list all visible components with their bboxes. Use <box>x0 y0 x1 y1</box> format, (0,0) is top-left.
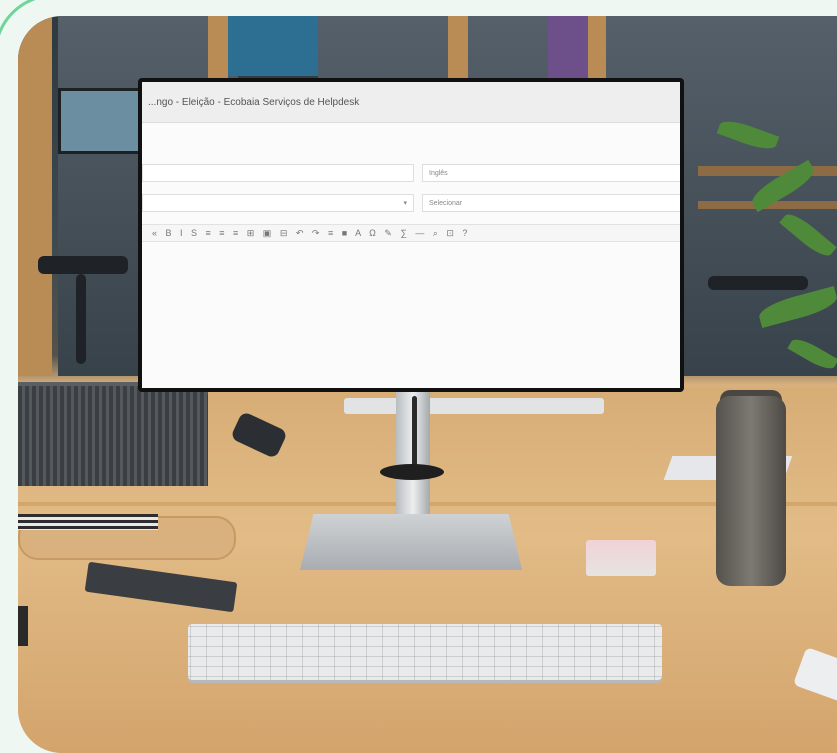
cable-grommet <box>380 464 444 480</box>
screen-select-field: Selecionar <box>422 194 680 212</box>
background-chair <box>38 256 128 274</box>
thermos-bottle <box>716 396 786 586</box>
background-chair <box>708 276 808 290</box>
monitor-screen: ...ngo - Eleição - Ecobaia Serviços de H… <box>142 82 680 388</box>
speaker <box>18 386 208 486</box>
background-chair <box>76 274 86 364</box>
pens <box>18 514 158 530</box>
desk-item <box>18 606 28 646</box>
screen-editor-toolbar: « B I S ≡ ≡ ≡ ⊞ ▣ ⊟ ↶ ↷ ≡ ■ A Ω ✎ ∑ — ⌕ … <box>142 224 680 242</box>
background-monitor <box>58 88 150 154</box>
background-shelf <box>698 166 837 176</box>
monitor-stand-base <box>300 514 522 570</box>
screen-category-select: ▾ <box>142 194 414 212</box>
background-column <box>18 16 52 376</box>
background-purple-panel <box>548 16 588 86</box>
office-desk-photo: ...ngo - Eleição - Ecobaia Serviços de H… <box>18 16 837 753</box>
background-keyboard <box>344 398 604 414</box>
monitor: ...ngo - Eleição - Ecobaia Serviços de H… <box>138 78 684 392</box>
note-cards <box>586 540 656 576</box>
screen-subject-field <box>142 164 414 182</box>
background-blue-panel <box>228 16 318 76</box>
screen-window-title: ...ngo - Eleição - Ecobaia Serviços de H… <box>142 82 680 123</box>
chevron-down-icon: ▾ <box>403 200 407 207</box>
screen-language-field: Inglês <box>422 164 680 182</box>
keyboard <box>188 624 662 680</box>
